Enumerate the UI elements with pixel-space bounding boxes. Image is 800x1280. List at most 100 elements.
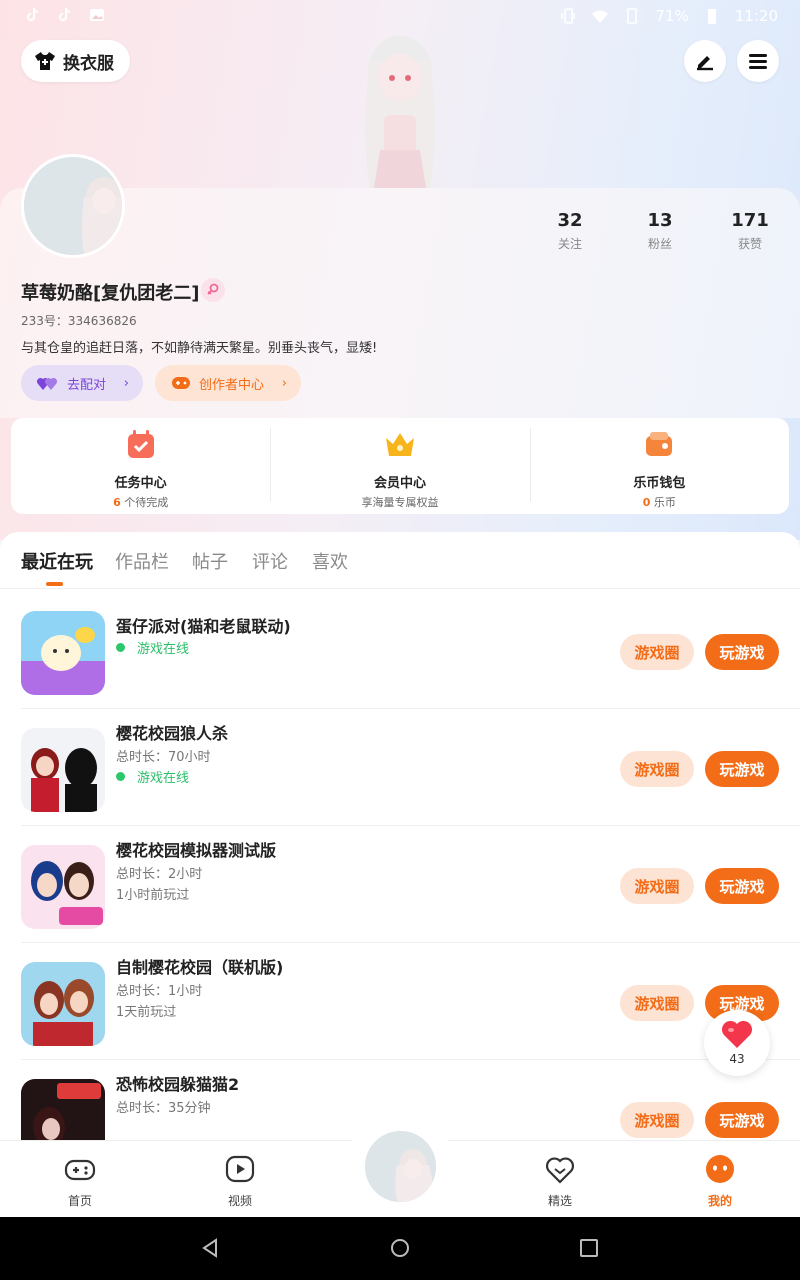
creator-center-label: 创作者中心 [199, 377, 265, 393]
avatar-character-figure [365, 36, 435, 190]
game-icon-sakura-simulator-beta [21, 845, 105, 929]
game-circle-button[interactable]: 游戏圈 [620, 751, 694, 787]
play-video-icon [225, 1155, 255, 1183]
game-icon-custom-sakura-online [21, 962, 105, 1046]
active-tab-indicator [46, 582, 63, 586]
following-count: 32 [557, 210, 583, 231]
game-row[interactable]: 蛋仔派对(猫和老鼠联动) 游戏在线 游戏圈 玩游戏 [21, 592, 800, 709]
change-outfit-button[interactable]: 换衣服 [21, 40, 130, 82]
game-icon-horror-hide-and-seek [21, 1079, 105, 1142]
likes-count: 171 [731, 210, 769, 231]
calendar-check-icon [127, 430, 154, 458]
game-circle-button[interactable]: 游戏圈 [620, 1102, 694, 1138]
wallet-icon [646, 432, 673, 456]
wifi-icon [592, 10, 609, 23]
home-icon[interactable] [389, 1237, 411, 1259]
bio: 与其仓皇的追赶日落，不如静待满天繁星。别垂头丧气，显矮! [21, 341, 378, 356]
game-icon-eggy-party [21, 611, 105, 695]
match-button[interactable]: 去配对 › [21, 365, 143, 401]
nav-featured-label: 精选 [547, 1194, 572, 1208]
image-icon [90, 9, 104, 21]
nav-featured[interactable]: 精选 [520, 1153, 600, 1209]
crown-icon [385, 433, 414, 456]
vip-center-sub: 享海量专属权益 [361, 496, 439, 509]
game-circle-button[interactable]: 游戏圈 [620, 985, 694, 1021]
followers-count: 13 [647, 210, 673, 231]
gamepad-icon [64, 1159, 96, 1181]
wallet-sub: 0 乐币 [642, 496, 676, 509]
game-name: 樱花校园模拟器测试版 [116, 841, 277, 860]
gamepad-icon [172, 377, 190, 389]
play-game-button[interactable]: 玩游戏 [705, 1102, 779, 1138]
quick-actions-card: 任务中心 6 个待完成 会员中心 享海量专属权益 乐币钱包 0 乐币 [11, 418, 789, 514]
pencil-icon [697, 56, 713, 71]
nav-home[interactable]: 首页 [40, 1153, 120, 1209]
task-center-item[interactable]: 任务中心 6 个待完成 [11, 418, 270, 514]
tiktok-icon [27, 7, 39, 21]
tiktok-icon [59, 7, 71, 21]
like-count: 43 [729, 1052, 745, 1066]
game-name: 恐怖校园躲猫猫2 [116, 1075, 240, 1094]
nav-mine-label: 我的 [707, 1194, 732, 1208]
play-game-button[interactable]: 玩游戏 [705, 751, 779, 787]
online-status: 游戏在线 [116, 638, 189, 657]
nav-home-label: 首页 [67, 1194, 92, 1208]
vip-center-title: 会员中心 [373, 476, 426, 491]
tab-recently-played[interactable]: 最近在玩 [21, 548, 93, 574]
chevron-right-icon: › [281, 375, 287, 391]
tab-likes[interactable]: 喜欢 [312, 548, 348, 574]
task-center-sub: 6 个待完成 [113, 496, 169, 509]
game-row[interactable]: 樱花校园狼人杀 总时长：70小时 游戏在线 游戏圈 玩游戏 [21, 709, 800, 826]
female-gender-icon [201, 278, 225, 302]
change-outfit-label: 换衣服 [63, 53, 114, 74]
game-duration: 总时长：2小时 [116, 867, 203, 882]
tab-works[interactable]: 作品栏 [115, 548, 169, 574]
game-row[interactable]: 樱花校园模拟器测试版 总时长：2小时 1小时前玩过 游戏圈 玩游戏 [21, 826, 800, 943]
heart-icon [721, 1020, 753, 1048]
following-label: 关注 [557, 237, 582, 251]
nav-video[interactable]: 视频 [200, 1153, 280, 1209]
battery-icon [707, 9, 716, 24]
sim-icon [627, 8, 638, 24]
tab-bar: 最近在玩 作品栏 帖子 评论 喜欢 [0, 532, 800, 589]
game-name: 樱花校园狼人杀 [116, 724, 229, 743]
vip-center-item[interactable]: 会员中心 享海量专属权益 [270, 418, 529, 514]
status-bar: 71% 11:20 [0, 0, 800, 32]
tab-posts[interactable]: 帖子 [192, 548, 228, 574]
play-game-button[interactable]: 玩游戏 [705, 868, 779, 904]
system-nav-bar [0, 1217, 800, 1280]
game-name: 蛋仔派对(猫和老鼠联动) [116, 617, 291, 636]
wallet-title: 乐币钱包 [633, 476, 686, 491]
smiley-face-icon [706, 1155, 734, 1183]
wallet-item[interactable]: 乐币钱包 0 乐币 [529, 418, 789, 514]
back-icon[interactable] [199, 1237, 221, 1259]
heart-chat-icon [546, 1157, 574, 1184]
creator-center-button[interactable]: 创作者中心 › [155, 365, 301, 401]
play-game-button[interactable]: 玩游戏 [705, 634, 779, 670]
task-center-title: 任务中心 [114, 476, 167, 491]
game-icon-sakura-werewolf [21, 728, 105, 812]
recents-icon[interactable] [578, 1237, 600, 1259]
content-panel: 最近在玩 作品栏 帖子 评论 喜欢 蛋仔派对(猫和老鼠联动) 游戏在线 游戏圈 … [0, 532, 800, 1142]
chevron-right-icon: › [123, 375, 129, 391]
nickname: 草莓奶酪[复仇团老二] [21, 283, 200, 304]
likes-label: 获赞 [737, 237, 762, 251]
game-duration: 总时长：35分钟 [116, 1101, 211, 1116]
menu-button[interactable] [737, 40, 779, 82]
game-circle-button[interactable]: 游戏圈 [620, 868, 694, 904]
game-row[interactable]: 自制樱花校园（联机版) 总时长：1小时 1天前玩过 游戏圈 玩游戏 [21, 943, 800, 1060]
avatar[interactable] [21, 154, 125, 258]
tshirt-icon [35, 52, 55, 70]
edit-profile-button[interactable] [684, 40, 726, 82]
game-duration: 总时长：70小时 [116, 750, 211, 765]
match-label: 去配对 [67, 377, 107, 393]
like-bubble[interactable]: 43 [704, 1010, 770, 1076]
game-circle-button[interactable]: 游戏圈 [620, 634, 694, 670]
followers-stat[interactable]: 13 粉丝 [620, 210, 700, 252]
likes-stat[interactable]: 171 获赞 [710, 210, 790, 252]
nav-mine[interactable]: 我的 [680, 1153, 760, 1209]
nav-center-avatar[interactable] [363, 1129, 438, 1204]
following-stat[interactable]: 32 关注 [530, 210, 610, 252]
tab-comments[interactable]: 评论 [252, 548, 288, 574]
online-status: 游戏在线 [116, 767, 189, 786]
